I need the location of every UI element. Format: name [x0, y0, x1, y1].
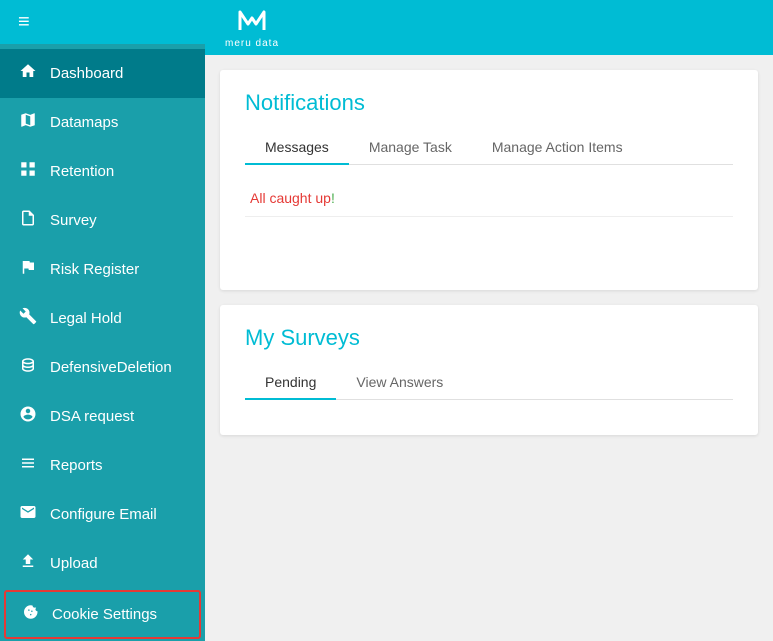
- sidebar-item-retention[interactable]: Retention: [0, 147, 205, 196]
- tab-messages[interactable]: Messages: [245, 131, 349, 165]
- sidebar-item-label: Datamaps: [50, 114, 118, 131]
- sidebar-item-label: DSA request: [50, 408, 134, 425]
- sidebar-item-dsa-request[interactable]: DSA request: [0, 392, 205, 441]
- tab-manage-task[interactable]: Manage Task: [349, 131, 472, 165]
- caught-up-exclaim: !: [331, 190, 335, 206]
- notifications-panel: Notifications Messages Manage Task Manag…: [220, 70, 758, 290]
- notification-message: All caught up!: [245, 180, 733, 217]
- map-icon: [18, 111, 38, 134]
- dsa-icon: [18, 405, 38, 428]
- sidebar-item-label: Reports: [50, 457, 103, 474]
- sidebar-item-upload[interactable]: Upload: [0, 539, 205, 588]
- sidebar-item-risk-register[interactable]: Risk Register: [0, 245, 205, 294]
- notifications-title: Notifications: [245, 90, 733, 116]
- reports-icon: [18, 454, 38, 477]
- top-bar: meru data: [205, 0, 773, 55]
- sidebar-item-dashboard[interactable]: Dashboard: [0, 49, 205, 98]
- surveys-tabs: Pending View Answers: [245, 366, 733, 400]
- sidebar-item-label: Survey: [50, 212, 97, 229]
- sidebar-item-label: Cookie Settings: [52, 606, 157, 623]
- sidebar-item-label: Upload: [50, 555, 98, 572]
- sidebar-item-legal-hold[interactable]: Legal Hold: [0, 294, 205, 343]
- sidebar-item-reports[interactable]: Reports: [0, 441, 205, 490]
- caught-up-text: All caught up: [250, 190, 331, 206]
- tab-pending[interactable]: Pending: [245, 366, 336, 400]
- upload-icon: [18, 552, 38, 575]
- sidebar-item-label: Legal Hold: [50, 310, 122, 327]
- hamburger-menu-icon[interactable]: ≡: [18, 11, 30, 34]
- home-icon: [18, 62, 38, 85]
- flag-icon: [18, 258, 38, 281]
- notifications-tabs: Messages Manage Task Manage Action Items: [245, 131, 733, 165]
- sidebar-item-datamaps[interactable]: Datamaps: [0, 98, 205, 147]
- tab-manage-action-items[interactable]: Manage Action Items: [472, 131, 643, 165]
- file-icon: [18, 209, 38, 232]
- sidebar-item-defensive-deletion[interactable]: DefensiveDeletion: [0, 343, 205, 392]
- sidebar-nav: Dashboard Datamaps Retention Survey: [0, 44, 205, 641]
- cookie-icon: [20, 603, 40, 626]
- tab-view-answers[interactable]: View Answers: [336, 366, 463, 400]
- sidebar: ≡ Dashboard Datamaps Retention: [0, 0, 205, 641]
- sidebar-item-label: Configure Email: [50, 506, 157, 523]
- grid-icon: [18, 160, 38, 183]
- sidebar-item-label: Retention: [50, 163, 114, 180]
- sidebar-item-label: DefensiveDeletion: [50, 359, 172, 376]
- main-area: meru data Notifications Messages Manage …: [205, 0, 773, 641]
- sidebar-item-survey[interactable]: Survey: [0, 196, 205, 245]
- surveys-title: My Surveys: [245, 325, 733, 351]
- sidebar-header: ≡: [0, 0, 205, 44]
- logo-text: meru data: [225, 38, 279, 49]
- logo-icon: [236, 6, 268, 38]
- sidebar-item-cookie-settings[interactable]: Cookie Settings: [4, 590, 201, 639]
- sidebar-item-configure-email[interactable]: Configure Email: [0, 490, 205, 539]
- surveys-panel: My Surveys Pending View Answers: [220, 305, 758, 435]
- sidebar-item-label: Dashboard: [50, 65, 123, 82]
- sidebar-item-label: Risk Register: [50, 261, 139, 278]
- logo: meru data: [225, 6, 279, 49]
- database-icon: [18, 356, 38, 379]
- content-area: Notifications Messages Manage Task Manag…: [205, 55, 773, 641]
- tool-icon: [18, 307, 38, 330]
- mail-icon: [18, 503, 38, 526]
